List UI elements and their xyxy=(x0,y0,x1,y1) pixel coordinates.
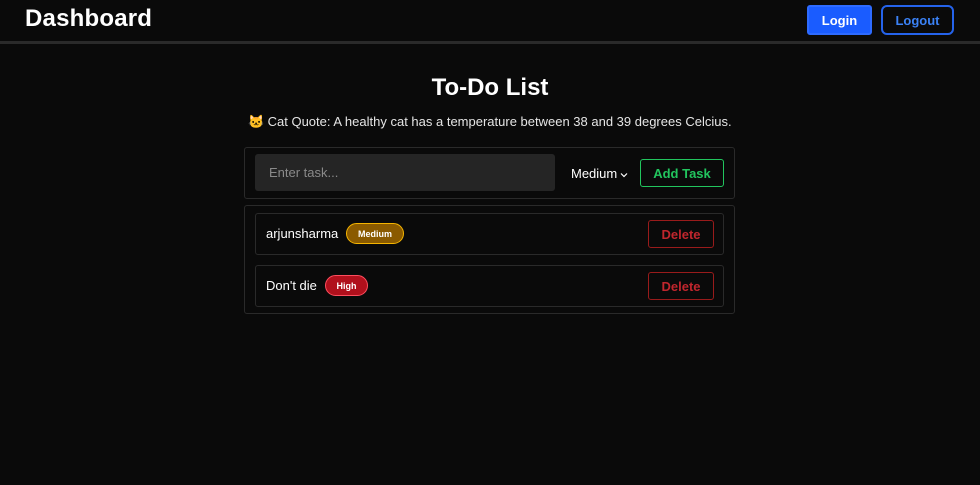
top-navbar: Dashboard Login Logout xyxy=(0,0,980,44)
task-list: arjunsharma Medium Delete Don't die High… xyxy=(244,205,735,314)
add-task-button[interactable]: Add Task xyxy=(640,159,724,187)
cat-quote: 🐱 Cat Quote: A healthy cat has a temperat… xyxy=(0,114,980,130)
priority-badge-medium: Medium xyxy=(346,223,404,244)
page-title: To-Do List xyxy=(431,74,549,101)
task-row: Don't die High Delete xyxy=(255,265,724,307)
add-task-form: Medium Add Task xyxy=(244,147,735,199)
delete-button[interactable]: Delete xyxy=(648,220,714,248)
priority-select[interactable]: Medium xyxy=(571,164,628,182)
priority-select-value: Medium xyxy=(571,165,618,181)
chevron-down-icon xyxy=(620,166,628,181)
priority-badge-high: High xyxy=(325,275,368,296)
logout-button[interactable]: Logout xyxy=(881,5,954,35)
cat-icon: 🐱 xyxy=(248,114,265,129)
cat-quote-text: Cat Quote: A healthy cat has a temperatu… xyxy=(267,114,732,129)
task-row: arjunsharma Medium Delete xyxy=(255,213,724,255)
task-input[interactable] xyxy=(255,154,555,191)
brand-title: Dashboard xyxy=(25,5,153,32)
login-button[interactable]: Login xyxy=(807,5,872,35)
delete-button[interactable]: Delete xyxy=(648,272,714,300)
task-name: Don't die xyxy=(266,278,317,293)
task-name: arjunsharma xyxy=(266,226,339,241)
